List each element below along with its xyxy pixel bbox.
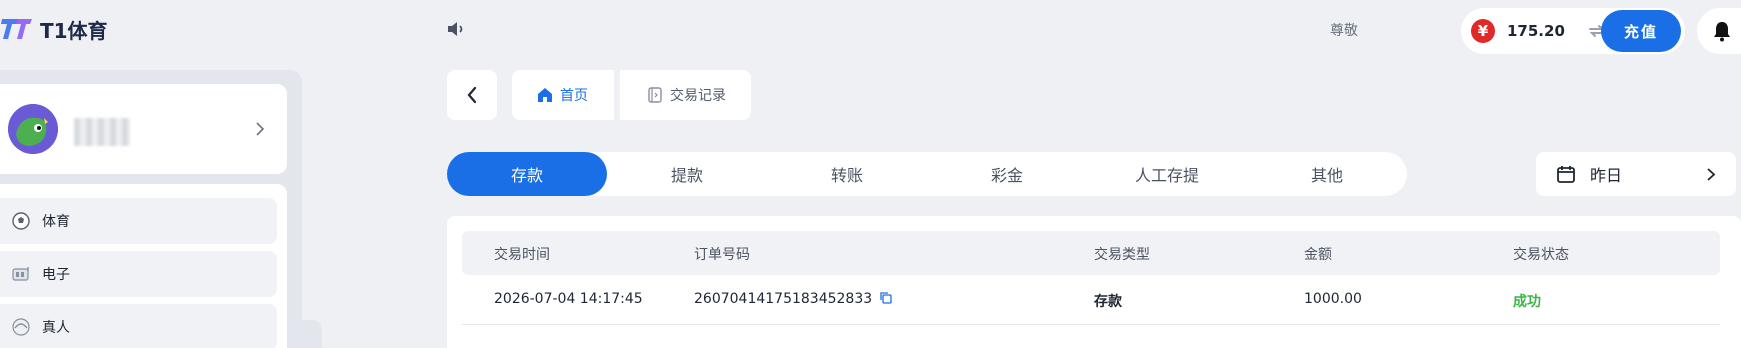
- vip-level-label: 尊敬: [1330, 23, 1358, 39]
- cell-type: 存款: [1094, 294, 1122, 310]
- chevron-right-icon: [1707, 168, 1716, 181]
- logo[interactable]: T1体育: [0, 14, 108, 44]
- tab-deposit[interactable]: 存款: [447, 152, 607, 196]
- tab-withdraw[interactable]: 提款: [607, 152, 767, 196]
- sidebar-item-label: 电子: [42, 267, 70, 283]
- transactions-table: 交易时间 订单号码 交易类型 金额 交易状态 2026-07-04 14:17:…: [447, 216, 1741, 348]
- balance-panel: ¥ 175.20 充值: [1461, 8, 1685, 54]
- order-number: 26070414175183452833: [694, 291, 873, 307]
- transaction-type-tabs: 存款 提款 转账 彩金 人工存提 其他: [447, 152, 1407, 196]
- sidebar-item-slots[interactable]: 电子: [0, 251, 277, 297]
- breadcrumb-home-label: 首页: [560, 88, 588, 104]
- chevron-right-icon: [256, 122, 265, 136]
- calendar-icon: [1557, 166, 1575, 183]
- t1-logo-icon: [1, 19, 32, 39]
- date-filter-value: 昨日: [1590, 166, 1623, 185]
- avatar: [8, 104, 58, 154]
- speaker-icon[interactable]: [445, 18, 467, 40]
- username-blurred: [74, 118, 130, 146]
- slot-machine-icon: [12, 267, 29, 281]
- table-header: 交易时间 订单号码 交易类型 金额 交易状态: [462, 231, 1720, 275]
- tab-transfer[interactable]: 转账: [767, 152, 927, 196]
- cell-time: 2026-07-04 14:17:45: [494, 291, 643, 307]
- cell-status: 成功: [1513, 294, 1541, 310]
- tab-bonus[interactable]: 彩金: [927, 152, 1087, 196]
- column-header-time: 交易时间: [494, 247, 550, 263]
- currency-icon: ¥: [1471, 19, 1495, 43]
- sidebar-edge: [286, 320, 322, 348]
- back-button[interactable]: [447, 70, 497, 120]
- table-row: 2026-07-04 14:17:45 26070414175183452833…: [462, 275, 1720, 325]
- tab-other[interactable]: 其他: [1247, 152, 1407, 196]
- balance-value: 175.20: [1507, 22, 1565, 40]
- live-casino-icon: [12, 318, 30, 336]
- cell-order-no: 26070414175183452833: [694, 291, 892, 307]
- profile-card[interactable]: [0, 84, 287, 174]
- copy-icon[interactable]: [879, 292, 892, 304]
- notification-button[interactable]: [1697, 8, 1741, 54]
- sidebar-item-live[interactable]: 真人: [0, 304, 277, 348]
- column-header-order: 订单号码: [694, 247, 750, 263]
- soccer-ball-icon: [12, 212, 30, 230]
- chevron-left-icon: [467, 86, 477, 104]
- recharge-button[interactable]: 充值: [1601, 10, 1681, 52]
- dinosaur-avatar-icon: [8, 104, 58, 154]
- column-header-amount: 金额: [1304, 247, 1332, 263]
- bell-icon: [1714, 22, 1730, 42]
- sidebar-item-label: 体育: [42, 214, 70, 230]
- ledger-icon: [648, 87, 662, 103]
- sidebar-item-sports[interactable]: 体育: [0, 198, 277, 244]
- column-header-type: 交易类型: [1094, 247, 1150, 263]
- cell-amount: 1000.00: [1304, 291, 1362, 307]
- date-filter[interactable]: 昨日: [1536, 152, 1736, 196]
- breadcrumb-records-label: 交易记录: [670, 88, 726, 104]
- tab-manual[interactable]: 人工存提: [1087, 152, 1247, 196]
- logo-text: T1体育: [40, 18, 108, 43]
- breadcrumb-home[interactable]: 首页: [512, 70, 614, 120]
- home-icon: [538, 88, 552, 102]
- column-header-status: 交易状态: [1513, 247, 1569, 263]
- sidebar-item-label: 真人: [42, 320, 70, 336]
- breadcrumb-records[interactable]: 交易记录: [620, 70, 751, 120]
